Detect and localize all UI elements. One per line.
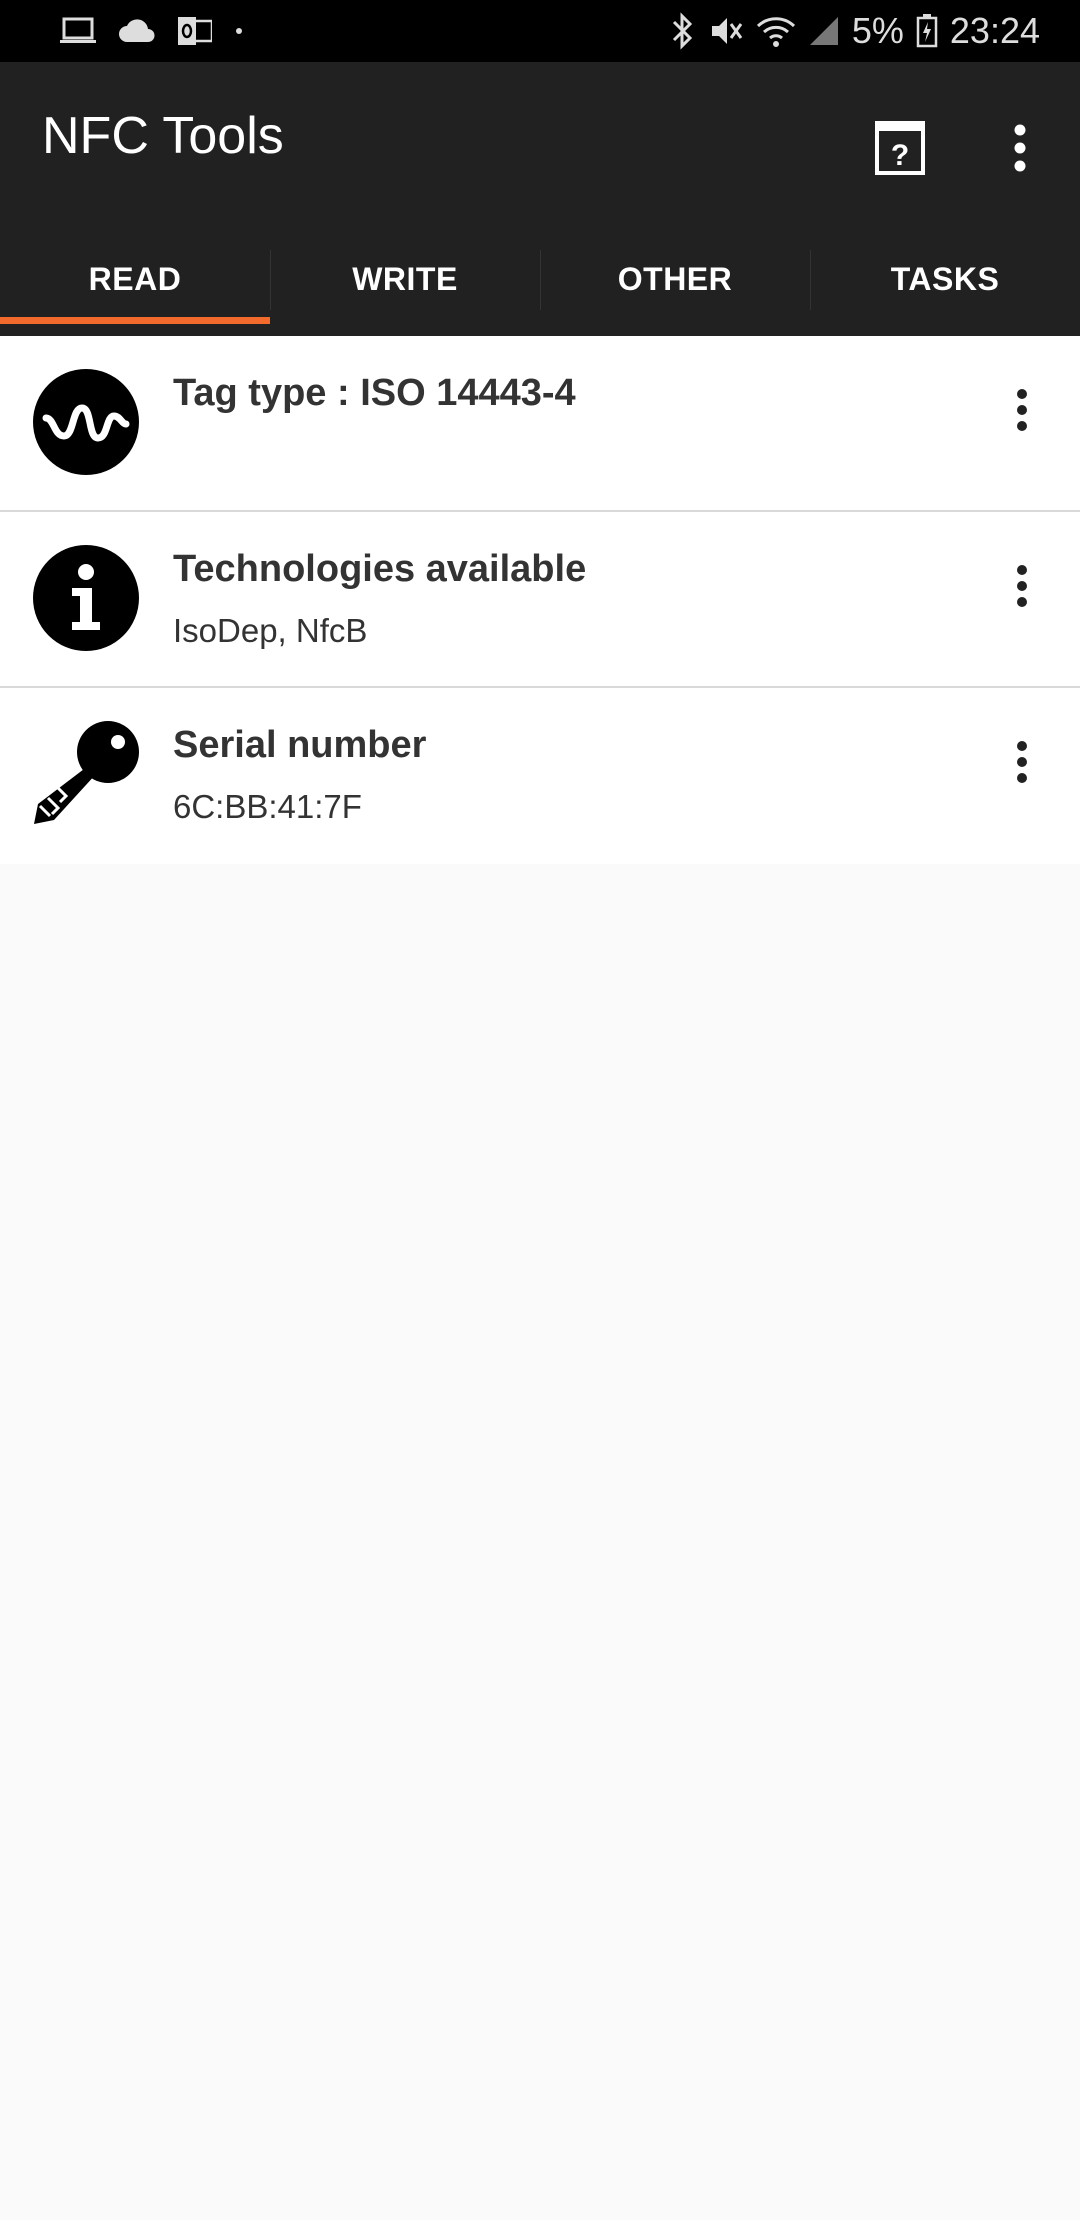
- svg-text:?: ?: [891, 139, 909, 172]
- info-icon: [32, 544, 140, 652]
- cloud-icon: [118, 18, 156, 44]
- key-icon: [32, 720, 140, 828]
- tab-tasks[interactable]: TASKS: [810, 222, 1080, 336]
- signal-icon: [808, 15, 840, 47]
- item-title: Technologies available: [173, 548, 587, 590]
- list-item-technologies[interactable]: Technologies available IsoDep, NfcB: [0, 512, 1080, 688]
- list-item-serial-number[interactable]: Serial number 6C:BB:41:7F: [0, 688, 1080, 864]
- laptop-icon: [60, 16, 96, 46]
- wave-icon: [32, 368, 140, 476]
- tag-info-list: Tag type : ISO 14443-4 Technologies avai…: [0, 336, 1080, 864]
- outlook-icon: [178, 15, 212, 47]
- battery-icon: [916, 14, 938, 48]
- item-subtitle: 6C:BB:41:7F: [173, 788, 362, 825]
- item-menu-button[interactable]: [992, 722, 1052, 802]
- item-title: Tag type : ISO 14443-4: [173, 372, 576, 414]
- help-button[interactable]: ?: [840, 102, 960, 198]
- overflow-menu-button[interactable]: [960, 102, 1080, 198]
- status-bar: 5% 23:24: [0, 0, 1080, 62]
- tab-write[interactable]: WRITE: [270, 222, 540, 336]
- mute-icon: [708, 13, 744, 49]
- tab-other[interactable]: OTHER: [540, 222, 810, 336]
- overflow-menu-icon: [1013, 124, 1027, 177]
- item-title: Serial number: [173, 724, 427, 766]
- dot-icon: [234, 26, 244, 36]
- bluetooth-icon: [668, 12, 696, 50]
- tab-bar: READ WRITE OTHER TASKS: [0, 222, 1080, 336]
- item-subtitle: IsoDep, NfcB: [173, 612, 368, 649]
- list-item-tag-type[interactable]: Tag type : ISO 14443-4: [0, 336, 1080, 512]
- app-bar: NFC Tools ? READ WRITE OTHER TASKS: [0, 62, 1080, 336]
- tab-read[interactable]: READ: [0, 222, 270, 336]
- item-menu-button[interactable]: [992, 370, 1052, 450]
- app-title: NFC Tools: [42, 107, 284, 165]
- help-icon: ?: [874, 120, 926, 181]
- notification-icons: [60, 15, 244, 47]
- battery-percent: 5%: [851, 10, 904, 51]
- item-menu-button[interactable]: [992, 546, 1052, 626]
- clock: 23:24: [949, 10, 1040, 51]
- wifi-icon: [756, 14, 796, 48]
